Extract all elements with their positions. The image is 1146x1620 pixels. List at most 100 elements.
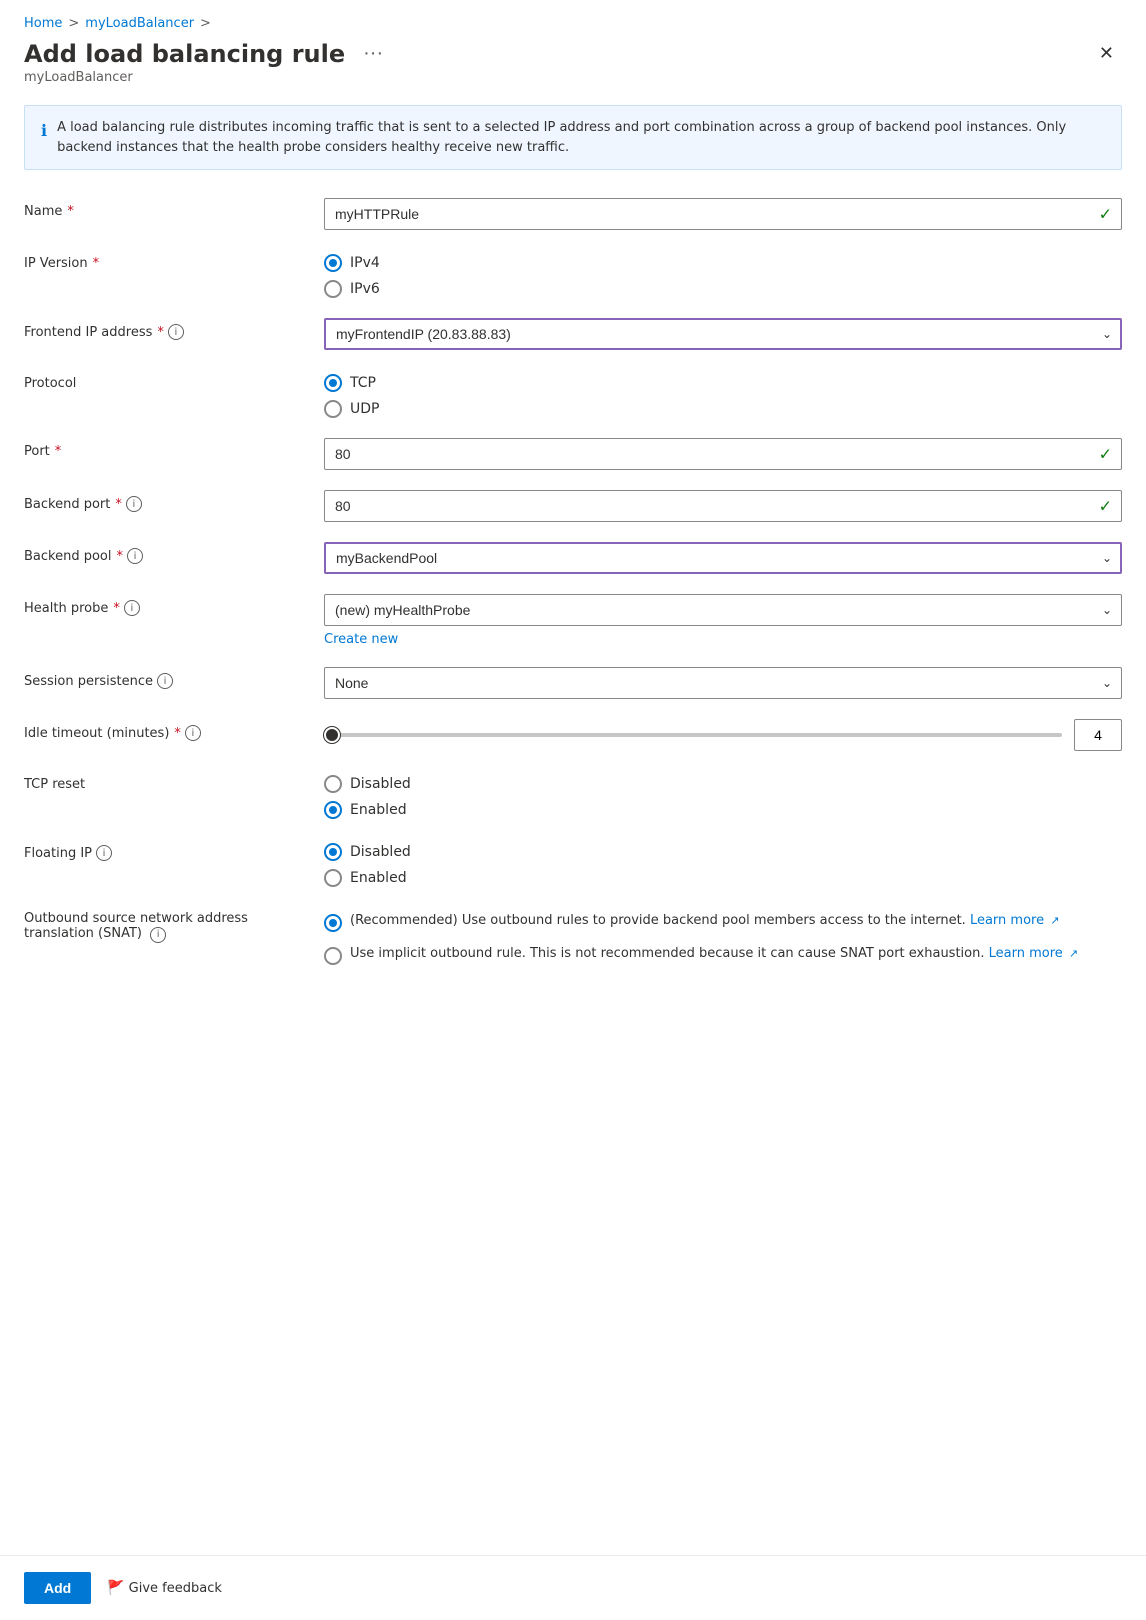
protocol-control: TCP UDP	[324, 370, 1122, 418]
ipv6-label: IPv6	[350, 281, 380, 297]
floating-ip-radio-group: Disabled Enabled	[324, 839, 1122, 887]
ip-version-label: IP Version *	[24, 250, 324, 271]
port-input[interactable]	[324, 438, 1122, 470]
ipv6-radio[interactable]	[324, 280, 342, 298]
learn-more-icon2: ↗	[1069, 947, 1078, 960]
backend-pool-row: Backend pool * i myBackendPool ⌄	[24, 542, 1122, 574]
health-probe-label: Health probe * i	[24, 594, 324, 616]
tcp-reset-control: Disabled Enabled	[324, 771, 1122, 819]
port-input-wrapper: ✓	[324, 438, 1122, 470]
page-header: Add load balancing rule ··· ✕	[24, 39, 1122, 68]
add-button[interactable]: Add	[24, 1572, 91, 1604]
tcp-radio[interactable]	[324, 374, 342, 392]
floating-ip-enabled-option[interactable]: Enabled	[324, 869, 1122, 887]
idle-timeout-slider-row	[324, 719, 1122, 751]
outbound-implicit-radio[interactable]	[324, 947, 342, 965]
health-probe-control: (new) myHealthProbe ⌄ Create new	[324, 594, 1122, 647]
session-persistence-dropdown[interactable]: None	[324, 667, 1122, 699]
protocol-label: Protocol	[24, 370, 324, 391]
outbound-recommended-option: (Recommended) Use outbound rules to prov…	[324, 911, 1122, 932]
backend-pool-required: *	[117, 549, 124, 564]
ip-version-control: IPv4 IPv6	[324, 250, 1122, 298]
frontend-ip-label: Frontend IP address * i	[24, 318, 324, 340]
floating-ip-info-icon: i	[96, 845, 112, 861]
name-label: Name *	[24, 198, 324, 219]
health-probe-info-icon: i	[124, 600, 140, 616]
tcp-reset-radio-group: Disabled Enabled	[324, 771, 1122, 819]
session-persistence-dropdown-wrapper: None ⌄	[324, 667, 1122, 699]
backend-pool-dropdown[interactable]: myBackendPool	[324, 542, 1122, 574]
breadcrumb-sep2: >	[200, 16, 211, 31]
session-persistence-info-icon: i	[157, 673, 173, 689]
frontend-ip-dropdown-wrapper: myFrontendIP (20.83.88.83) ⌄	[324, 318, 1122, 350]
outbound-snat-info-icon: i	[150, 927, 166, 943]
backend-port-input[interactable]	[324, 490, 1122, 522]
idle-timeout-row: Idle timeout (minutes) * i	[24, 719, 1122, 751]
session-persistence-control: None ⌄	[324, 667, 1122, 699]
name-input[interactable]	[324, 198, 1122, 230]
give-feedback-link[interactable]: 🚩 Give feedback	[107, 1580, 222, 1596]
udp-option[interactable]: UDP	[324, 400, 1122, 418]
port-check-icon: ✓	[1099, 445, 1112, 464]
name-row: Name * ✓	[24, 198, 1122, 230]
info-icon: ℹ	[41, 119, 47, 157]
idle-timeout-value[interactable]	[1074, 719, 1122, 751]
breadcrumb-sep1: >	[68, 16, 79, 31]
floating-ip-disabled-option[interactable]: Disabled	[324, 843, 1122, 861]
more-options-button[interactable]: ···	[357, 40, 389, 67]
backend-port-info-icon: i	[126, 496, 142, 512]
backend-port-check-icon: ✓	[1099, 497, 1112, 516]
create-new-link[interactable]: Create new	[324, 632, 1122, 647]
outbound-implicit-option: Use implicit outbound rule. This is not …	[324, 944, 1122, 965]
page-title: Add load balancing rule	[24, 40, 345, 68]
close-button[interactable]: ✕	[1091, 39, 1122, 68]
ipv6-option[interactable]: IPv6	[324, 280, 1122, 298]
tcp-reset-row: TCP reset Disabled Enabled	[24, 771, 1122, 819]
frontend-ip-dropdown[interactable]: myFrontendIP (20.83.88.83)	[324, 318, 1122, 350]
floating-ip-disabled-radio[interactable]	[324, 843, 342, 861]
ipv4-radio[interactable]	[324, 254, 342, 272]
name-check-icon: ✓	[1099, 205, 1112, 224]
port-label: Port *	[24, 438, 324, 459]
outbound-recommended-learn-more[interactable]: Learn more ↗	[970, 913, 1060, 928]
idle-timeout-required: *	[174, 726, 181, 741]
floating-ip-row: Floating IP i Disabled Enabled	[24, 839, 1122, 887]
protocol-radio-group: TCP UDP	[324, 370, 1122, 418]
port-required: *	[55, 444, 62, 459]
udp-radio[interactable]	[324, 400, 342, 418]
outbound-implicit-learn-more[interactable]: Learn more ↗	[989, 946, 1079, 961]
form-section: Name * ✓ IP Version * IPv4	[24, 198, 1122, 1555]
idle-timeout-control	[324, 719, 1122, 751]
ipv4-label: IPv4	[350, 255, 380, 271]
floating-ip-label: Floating IP i	[24, 839, 324, 861]
outbound-recommended-radio[interactable]	[324, 914, 342, 932]
outbound-implicit-text: Use implicit outbound rule. This is not …	[350, 944, 1078, 964]
floating-ip-enabled-radio[interactable]	[324, 869, 342, 887]
tcp-reset-enabled-radio[interactable]	[324, 801, 342, 819]
tcp-reset-disabled-label: Disabled	[350, 776, 411, 792]
backend-pool-control: myBackendPool ⌄	[324, 542, 1122, 574]
tcp-reset-enabled-option[interactable]: Enabled	[324, 801, 1122, 819]
idle-timeout-info-icon: i	[185, 725, 201, 741]
info-box: ℹ A load balancing rule distributes inco…	[24, 105, 1122, 170]
ip-version-required: *	[93, 256, 100, 271]
backend-pool-dropdown-wrapper: myBackendPool ⌄	[324, 542, 1122, 574]
idle-timeout-label: Idle timeout (minutes) * i	[24, 719, 324, 741]
health-probe-dropdown[interactable]: (new) myHealthProbe	[324, 594, 1122, 626]
idle-timeout-slider[interactable]	[324, 733, 1062, 737]
health-probe-row: Health probe * i (new) myHealthProbe ⌄ C…	[24, 594, 1122, 647]
breadcrumb-home[interactable]: Home	[24, 16, 62, 31]
tcp-option[interactable]: TCP	[324, 374, 1122, 392]
ip-version-radio-group: IPv4 IPv6	[324, 250, 1122, 298]
backend-port-row: Backend port * i ✓	[24, 490, 1122, 522]
ipv4-option[interactable]: IPv4	[324, 254, 1122, 272]
page-subtitle: myLoadBalancer	[24, 70, 1122, 85]
breadcrumb-lb[interactable]: myLoadBalancer	[85, 16, 194, 31]
outbound-recommended-text: (Recommended) Use outbound rules to prov…	[350, 911, 1059, 931]
tcp-reset-disabled-radio[interactable]	[324, 775, 342, 793]
port-control: ✓	[324, 438, 1122, 470]
frontend-ip-control: myFrontendIP (20.83.88.83) ⌄	[324, 318, 1122, 350]
tcp-reset-disabled-option[interactable]: Disabled	[324, 775, 1122, 793]
outbound-snat-label: Outbound source network address translat…	[24, 907, 324, 943]
tcp-label: TCP	[350, 375, 376, 391]
